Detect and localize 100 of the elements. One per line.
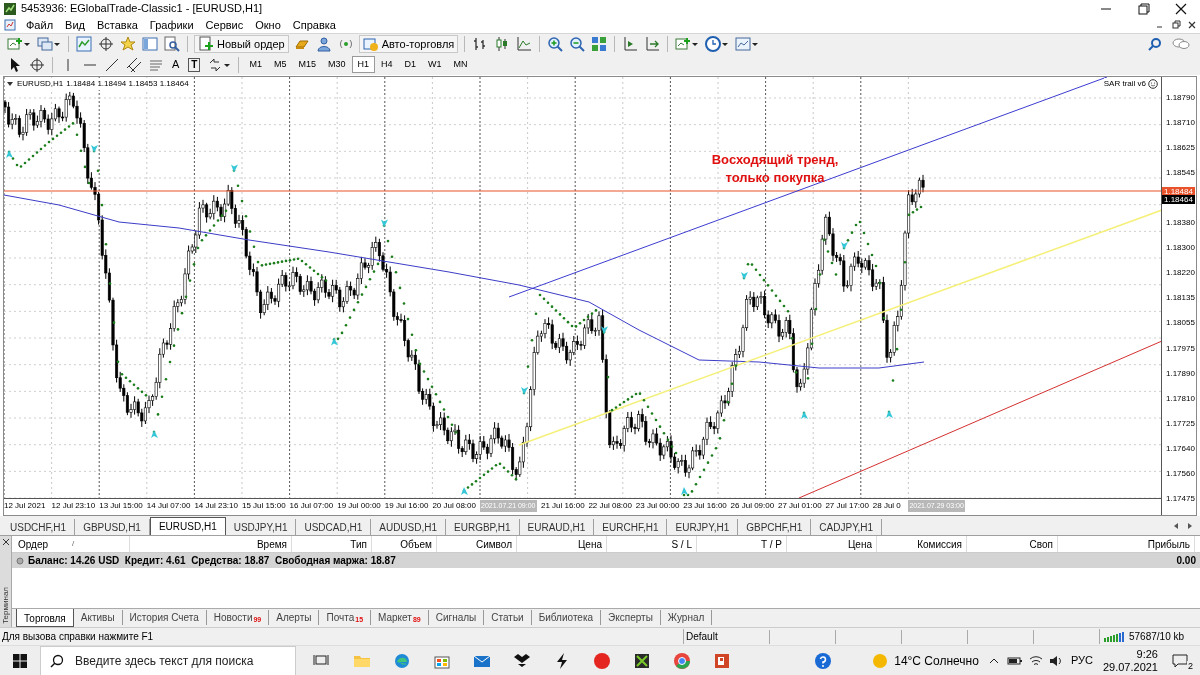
chart-tab[interactable]: AUDUSD,H1	[371, 519, 447, 535]
close-icon[interactable]	[1186, 19, 1198, 31]
search-icon[interactable]	[1148, 37, 1162, 51]
column-header[interactable]: Своп	[967, 536, 1058, 552]
timeframe-button[interactable]: MN	[447, 56, 474, 73]
chart-tab[interactable]: GBPCHF,H1	[738, 519, 812, 535]
trend-line-icon[interactable]	[104, 56, 120, 73]
menu-item[interactable]: Вставка	[90, 16, 144, 34]
scroll-right-icon[interactable]	[1186, 521, 1194, 531]
caret-icon[interactable]	[53, 40, 61, 48]
caret-icon[interactable]	[23, 40, 31, 48]
menu-item[interactable]: Файл	[20, 16, 60, 34]
column-header[interactable]: Комиссия	[877, 536, 967, 552]
battery-icon[interactable]	[1006, 655, 1023, 666]
chart-tab[interactable]: CADJPY,H1	[811, 519, 883, 535]
line-chart-icon[interactable]	[516, 36, 533, 52]
template-icon[interactable]	[735, 36, 752, 52]
text-tool[interactable]: A	[172, 56, 180, 73]
zoom-out-icon[interactable]	[569, 36, 586, 52]
menu-item[interactable]: Графики	[143, 16, 200, 34]
toolbar-button[interactable]: Авто-торговля	[358, 35, 459, 53]
text-label-tool[interactable]: T	[188, 57, 201, 72]
terminal-tab[interactable]: Сигналы	[428, 610, 485, 625]
column-header[interactable]: T / P	[697, 536, 787, 552]
crosshair-icon[interactable]	[98, 36, 114, 52]
caret-icon[interactable]	[691, 40, 700, 48]
menu-item[interactable]: Сервис	[199, 16, 250, 34]
toolbar-button[interactable]: Новый ордер	[194, 35, 289, 53]
notification-icon[interactable]	[1172, 652, 1188, 669]
person-icon[interactable]	[315, 36, 332, 52]
magnifier-page-icon[interactable]	[164, 36, 180, 52]
presentation-icon[interactable]	[713, 651, 731, 670]
spreadsheet-icon[interactable]	[633, 651, 651, 670]
globe-icon[interactable]	[673, 651, 691, 670]
terminal-tab[interactable]: Алерты	[269, 610, 320, 625]
chart-tab[interactable]: USDJPY,H1	[225, 519, 297, 535]
timeframe-button[interactable]: M15	[292, 56, 322, 73]
terminal-tab[interactable]: Библиотека	[531, 610, 602, 625]
timeframe-button[interactable]: H4	[375, 56, 399, 73]
chart-tab[interactable]: GBPUSD,H1	[75, 519, 150, 535]
column-header[interactable]: Время	[130, 536, 292, 552]
chart-shift-icon[interactable]	[622, 36, 639, 52]
timeframe-button[interactable]: M1	[243, 56, 268, 73]
clock-time[interactable]: 9:26	[1136, 647, 1158, 661]
column-header[interactable]: Символ	[437, 536, 517, 552]
chart-window-icon[interactable]	[4, 19, 16, 31]
timeframe-button[interactable]: W1	[422, 56, 448, 73]
column-header[interactable]: Цена	[517, 536, 607, 552]
chat-icon[interactable]	[1172, 37, 1190, 51]
chart-tab[interactable]: USDCHF,H1	[2, 519, 76, 535]
caret-icon[interactable]	[751, 40, 760, 48]
chart-tab[interactable]: EURJPY,H1	[667, 519, 739, 535]
round-logo-icon[interactable]	[593, 651, 611, 670]
speaker-icon[interactable]	[1048, 654, 1063, 667]
chart-tab[interactable]: EURCHF,H1	[594, 519, 668, 535]
caret-icon[interactable]	[721, 40, 730, 48]
column-header[interactable]: Объем	[372, 536, 437, 552]
windows-logo-icon[interactable]	[13, 653, 27, 668]
terminal-tab[interactable]: Журнал	[660, 610, 713, 625]
terminal-tab[interactable]: Эксперты	[601, 610, 661, 625]
zoom-in-icon[interactable]	[547, 36, 564, 52]
wifi-icon[interactable]	[1028, 654, 1043, 667]
column-header[interactable]: Прибыль	[1058, 536, 1195, 552]
chart-tab[interactable]: EURUSD,H1	[149, 517, 226, 535]
chart-tab[interactable]: USDCAD,H1	[296, 519, 372, 535]
terminal-tab[interactable]: Статьи	[484, 610, 532, 625]
menu-item[interactable]: Вид	[59, 16, 91, 34]
menu-item[interactable]: Окно	[249, 16, 287, 34]
clock-date[interactable]: 29.07.2021	[1102, 660, 1158, 674]
grid-icon[interactable]	[591, 36, 608, 52]
auto-scroll-icon[interactable]	[644, 36, 661, 52]
close-icon[interactable]	[1, 538, 10, 546]
crosshair-icon[interactable]	[29, 56, 45, 73]
scroll-left-icon[interactable]	[1172, 521, 1180, 531]
terminal-tab[interactable]: Активы	[73, 610, 123, 625]
timeframe-button[interactable]: M5	[267, 56, 293, 73]
terminal-tab[interactable]: Торговля	[16, 609, 74, 627]
browser-icon[interactable]	[393, 651, 411, 670]
column-header[interactable]: S / L	[607, 536, 697, 552]
column-header[interactable]: Тип	[292, 536, 372, 552]
timeframe-button[interactable]: H1	[351, 56, 376, 73]
restore-icon[interactable]	[1170, 19, 1182, 31]
balance-row[interactable]: Баланс: 14.26 USD Кредит: 4.61 Средства: 18.87 Свободная маржа: 18.87 0.00	[12, 553, 1200, 568]
language-indicator[interactable]: РУС	[1070, 652, 1093, 669]
chart-tab[interactable]: EURGBP,H1	[446, 519, 520, 535]
help-icon[interactable]	[814, 651, 833, 670]
column-header[interactable]: Цена	[787, 536, 877, 552]
chart-icon[interactable]	[76, 36, 92, 52]
timeframe-button[interactable]: M30	[322, 56, 352, 73]
channel-icon[interactable]	[126, 56, 142, 73]
search-field[interactable]: Введите здесь текст для поиска	[40, 645, 296, 675]
star-icon[interactable]	[120, 36, 136, 52]
chart-tab[interactable]: EURAUD,H1	[519, 519, 595, 535]
triangle-icon[interactable]	[6, 80, 14, 88]
clock-icon[interactable]	[705, 36, 722, 52]
menu-item[interactable]: Справка	[286, 16, 342, 34]
column-header[interactable]: Ордер	[18, 536, 49, 552]
time-label: 20 Jul 08:00	[432, 501, 476, 511]
timeframe-button[interactable]: D1	[398, 56, 423, 73]
terminal-tab[interactable]: История Счета	[122, 610, 207, 625]
